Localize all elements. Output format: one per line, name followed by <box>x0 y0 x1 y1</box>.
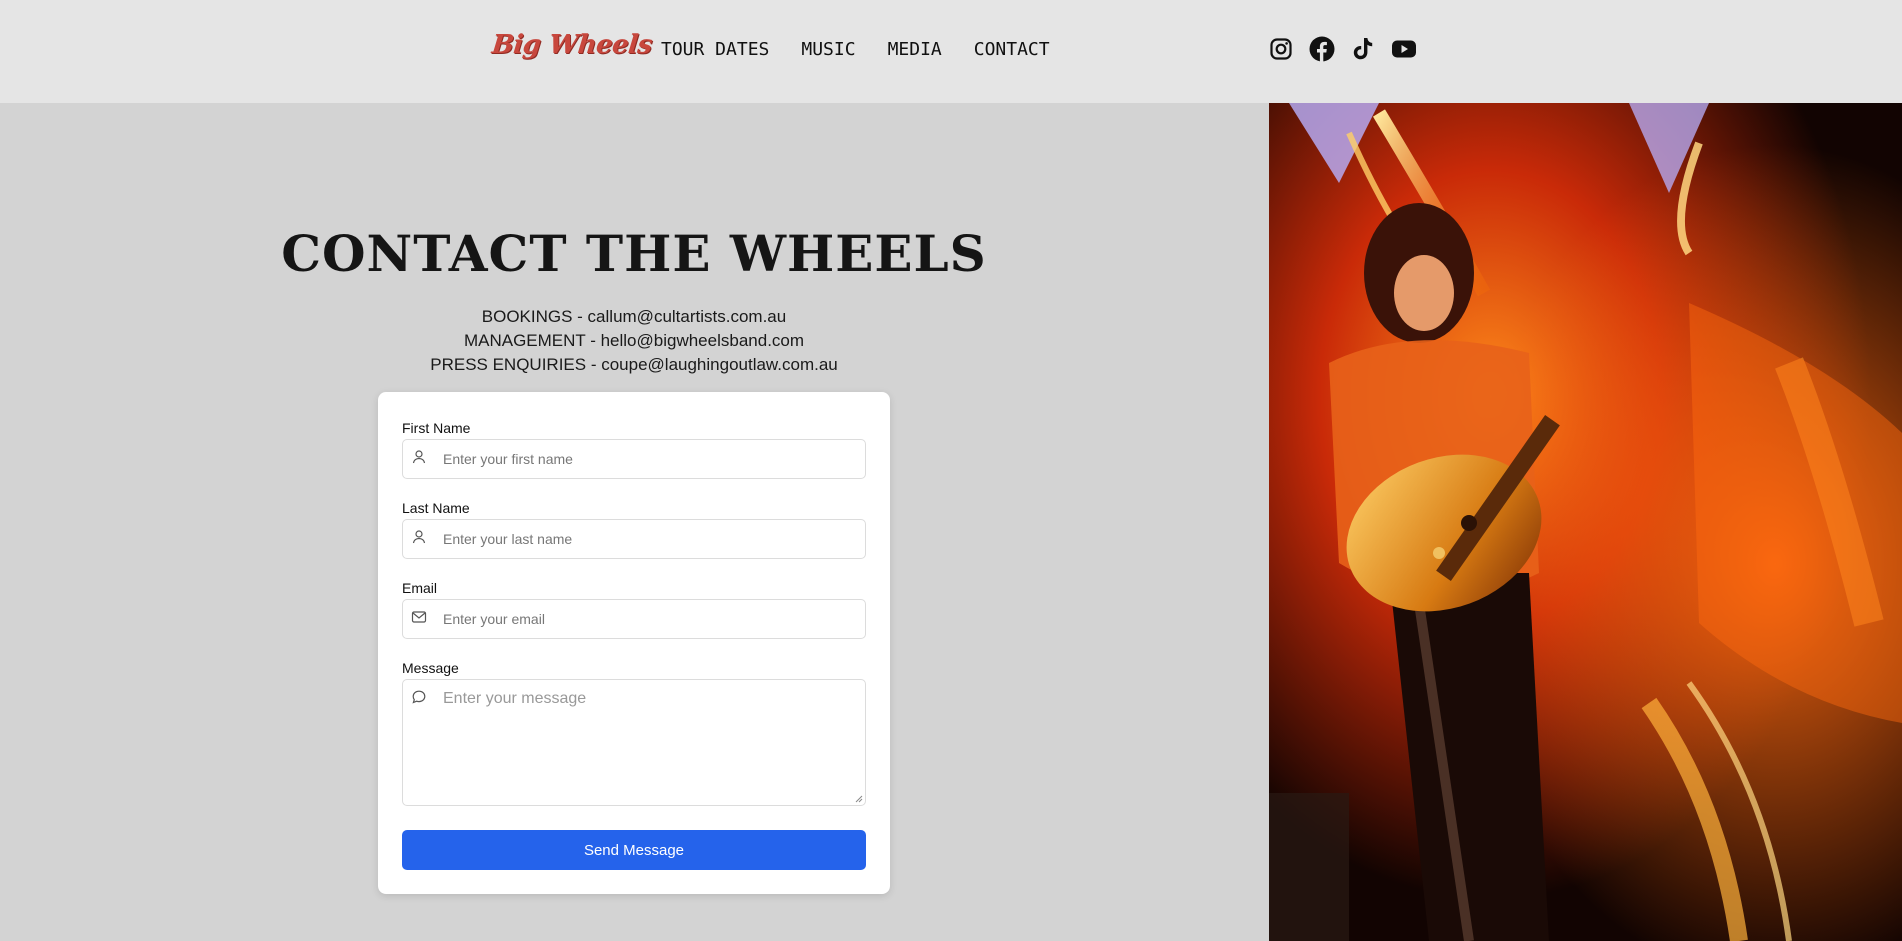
nav-contact[interactable]: CONTACT <box>974 39 1050 60</box>
press-contact: PRESS ENQUIRIES - coupe@laughingoutlaw.c… <box>430 355 838 374</box>
band-logo[interactable]: Big Wheels <box>490 30 653 60</box>
user-icon <box>412 450 426 464</box>
page-title: CONTACT THE WHEELS <box>281 224 987 283</box>
contact-form: First Name Last Name Email Message Send … <box>378 392 890 894</box>
first-name-field[interactable] <box>402 439 866 479</box>
last-name-field[interactable] <box>402 519 866 559</box>
site-header: Big Wheels TOUR DATES MUSIC MEDIA CONTAC… <box>0 0 1902 103</box>
nav-tour-dates[interactable]: TOUR DATES <box>661 39 769 60</box>
first-name-input[interactable] <box>443 440 853 478</box>
last-name-input[interactable] <box>443 520 853 558</box>
main-nav: TOUR DATES MUSIC MEDIA CONTACT <box>661 39 1050 60</box>
email-field[interactable] <box>402 599 866 639</box>
instagram-icon[interactable] <box>1268 36 1294 62</box>
send-message-button[interactable]: Send Message <box>402 830 866 870</box>
message-textarea[interactable] <box>443 690 853 790</box>
bookings-contact: BOOKINGS - callum@cultartists.com.au <box>481 307 787 326</box>
mail-icon <box>411 611 427 623</box>
email-label: Email <box>402 580 438 596</box>
concert-photo-illustration <box>1269 103 1902 941</box>
nav-music[interactable]: MUSIC <box>801 39 855 60</box>
nav-media[interactable]: MEDIA <box>888 39 942 60</box>
resize-handle-icon[interactable] <box>855 795 863 803</box>
message-field[interactable] <box>402 679 866 806</box>
social-links <box>1268 36 1417 62</box>
user-icon <box>412 530 426 544</box>
concert-guitarist-photo <box>1269 103 1902 941</box>
contact-info: BOOKINGS - callum@cultartists.com.au MAN… <box>0 305 1268 377</box>
tiktok-icon[interactable] <box>1350 36 1376 62</box>
last-name-label: Last Name <box>402 500 470 516</box>
youtube-icon[interactable] <box>1391 36 1417 62</box>
email-input[interactable] <box>443 600 853 638</box>
first-name-label: First Name <box>402 420 471 436</box>
facebook-icon[interactable] <box>1309 36 1335 62</box>
chat-bubble-icon <box>412 690 426 704</box>
message-label: Message <box>402 660 459 676</box>
management-contact: MANAGEMENT - hello@bigwheelsband.com <box>463 331 805 350</box>
